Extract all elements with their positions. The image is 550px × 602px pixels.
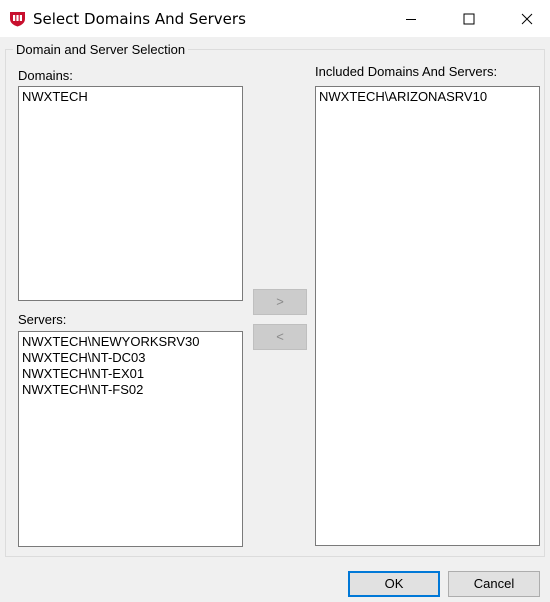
app-logo-icon (9, 10, 26, 27)
add-button[interactable]: > (253, 289, 307, 315)
domains-listbox[interactable]: NWXTECH (18, 86, 243, 301)
groupbox-legend: Domain and Server Selection (13, 42, 189, 57)
list-item[interactable]: NWXTECH\NEWYORKSRV30 (22, 334, 239, 350)
title-bar: Select Domains And Servers (0, 0, 550, 37)
servers-label: Servers: (18, 312, 67, 327)
close-button[interactable] (504, 0, 550, 37)
domains-label: Domains: (18, 68, 73, 83)
cancel-button[interactable]: Cancel (448, 571, 540, 597)
list-item[interactable]: NWXTECH (22, 89, 239, 105)
maximize-button[interactable] (446, 0, 492, 37)
minimize-icon (405, 13, 417, 25)
list-item[interactable]: NWXTECH\ARIZONASRV10 (319, 89, 536, 105)
list-item[interactable]: NWXTECH\NT-FS02 (22, 382, 239, 398)
list-item[interactable]: NWXTECH\NT-DC03 (22, 350, 239, 366)
maximize-icon (463, 13, 475, 25)
minimize-button[interactable] (388, 0, 434, 37)
list-item[interactable]: NWXTECH\NT-EX01 (22, 366, 239, 382)
included-listbox[interactable]: NWXTECH\ARIZONASRV10 (315, 86, 540, 546)
servers-listbox[interactable]: NWXTECH\NEWYORKSRV30 NWXTECH\NT-DC03 NWX… (18, 331, 243, 547)
remove-button[interactable]: < (253, 324, 307, 350)
window-title: Select Domains And Servers (33, 10, 246, 28)
included-label: Included Domains And Servers: (315, 64, 498, 79)
close-icon (521, 13, 533, 25)
ok-button[interactable]: OK (348, 571, 440, 597)
